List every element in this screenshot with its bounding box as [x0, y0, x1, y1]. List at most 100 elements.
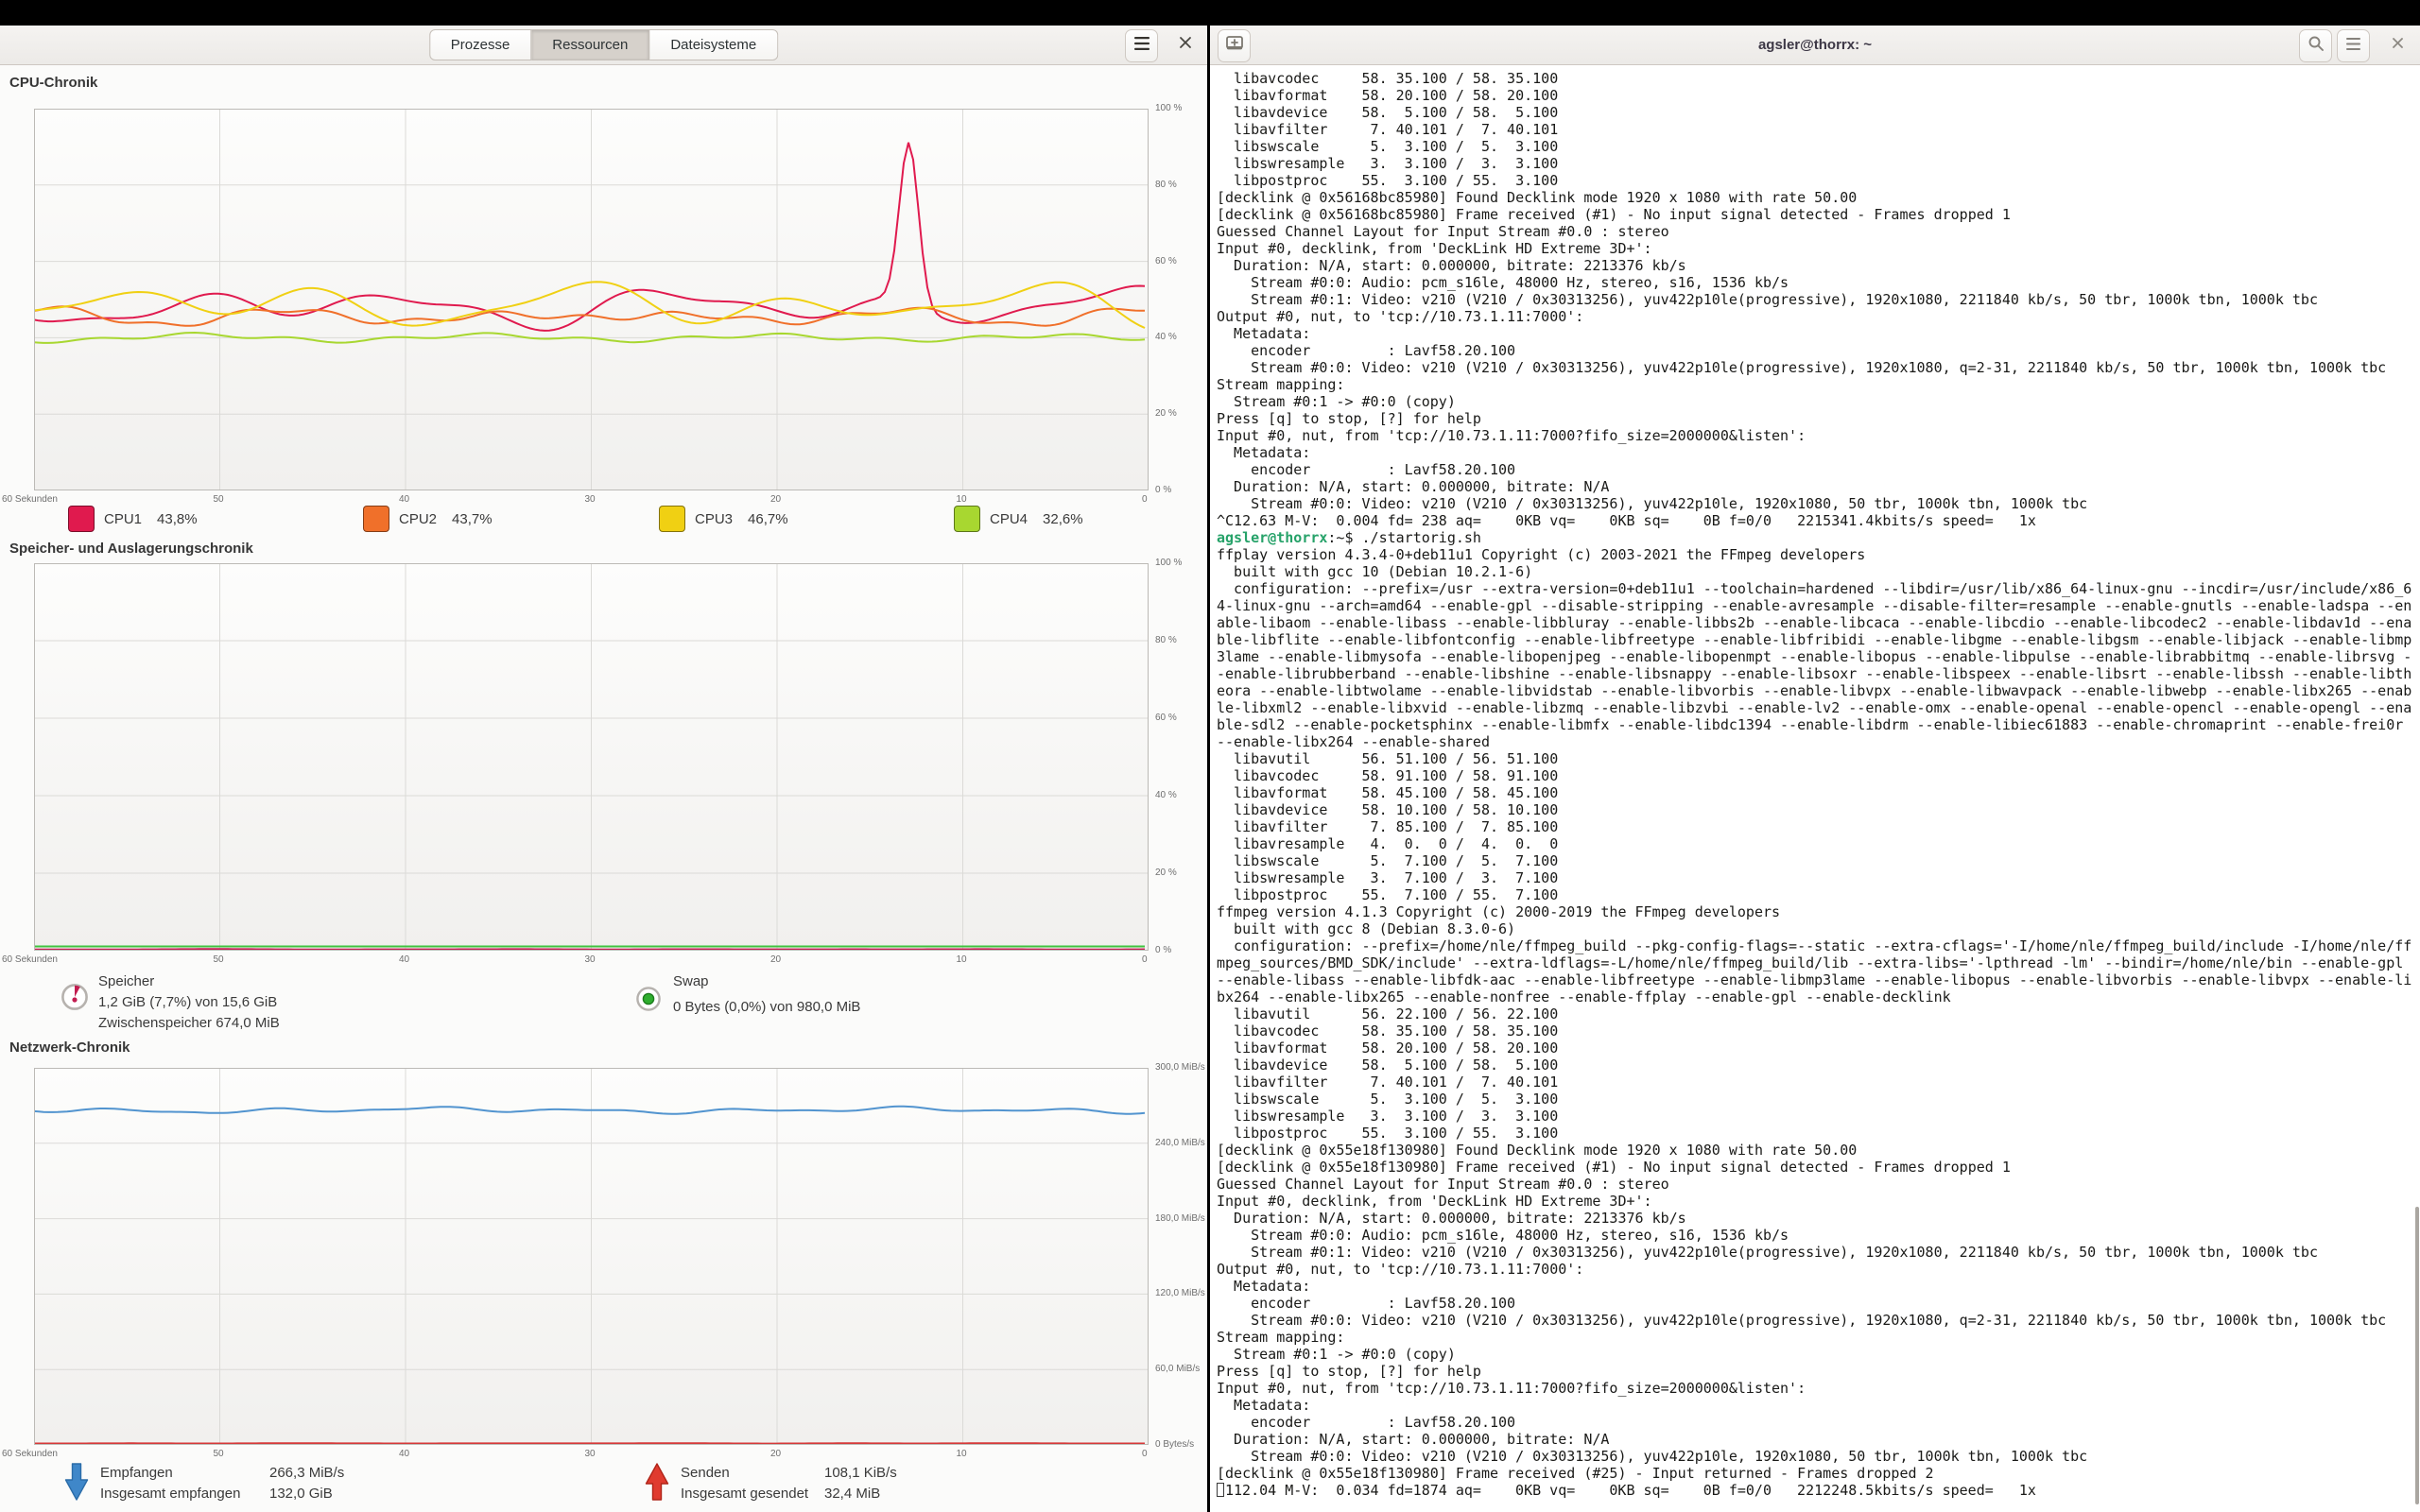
cpu-color-swatch [659, 506, 685, 532]
terminal-line: Stream #0:1: Video: v210 (V210 / 0x30313… [1217, 291, 2417, 308]
memory-x-axis-label: 0 [1142, 954, 1148, 965]
terminal-output-area[interactable]: libavcodec 58. 35.100 / 58. 35.100 libav… [1217, 70, 2417, 1512]
terminal-window: agsler@thorrx: ~ li [1210, 26, 2420, 1512]
terminal-cursor [1217, 1483, 1224, 1497]
terminal-line: Metadata: [1217, 444, 2417, 461]
menu-button[interactable] [1125, 29, 1158, 62]
memory-cache-value: Zwischenspeicher 674,0 MiB [98, 1015, 280, 1031]
terminal-line: encoder : Lavf58.20.100 [1217, 1295, 2417, 1312]
network-recv-total-label: Insgesamt empfangen [100, 1486, 240, 1502]
system-monitor-titlebar[interactable]: Prozesse Ressourcen Dateisysteme [0, 26, 1207, 65]
terminal-line: libavfilter 7. 40.101 / 7. 40.101 [1217, 1074, 2417, 1091]
tab-ressourcen[interactable]: Ressourcen [531, 29, 649, 60]
terminal-title: agsler@thorrx: ~ [1210, 26, 2420, 64]
memory-x-axis-label: 30 [585, 954, 596, 965]
memory-y-axis-label: 40 % [1155, 790, 1177, 800]
terminal-line: Duration: N/A, start: 0.000000, bitrate:… [1217, 1431, 2417, 1448]
cpu-legend-item-cpu4: CPU432,6% [954, 506, 1083, 532]
memory-history-chart [34, 563, 1149, 955]
network-y-axis-label: 300,0 MiB/s [1155, 1062, 1205, 1073]
terminal-line: ffmpeg version 4.1.3 Copyright (c) 2000-… [1217, 903, 2417, 920]
memory-x-axis-label: 50 [214, 954, 224, 965]
cpu-legend-item-cpu1: CPU143,8% [68, 506, 198, 532]
network-x-axis-label: 40 [399, 1449, 409, 1459]
memory-y-axis-label: 60 % [1155, 713, 1177, 723]
terminal-line: Output #0, nut, to 'tcp://10.73.1.11:700… [1217, 308, 2417, 325]
network-send-total-label: Insgesamt gesendet [681, 1486, 808, 1502]
shell-prompt: agsler@thorrx [1217, 529, 1327, 546]
terminal-line: libpostproc 55. 7.100 / 55. 7.100 [1217, 886, 2417, 903]
terminal-line: libswresample 3. 7.100 / 3. 7.100 [1217, 869, 2417, 886]
cpu-legend-name: CPU3 [695, 511, 733, 527]
network-y-axis-label: 60,0 MiB/s [1155, 1364, 1200, 1374]
terminal-line: Output #0, nut, to 'tcp://10.73.1.11:700… [1217, 1261, 2417, 1278]
cpu-chart-canvas [34, 109, 1149, 490]
tab-prozesse[interactable]: Prozesse [429, 29, 532, 60]
network-section-title: Netzwerk-Chronik [9, 1040, 130, 1056]
cpu-legend-value: 43,7% [452, 511, 493, 527]
terminal-line: ble-sdl2 --enable-pocketsphinx --enable-… [1217, 716, 2417, 733]
network-chart-canvas [34, 1068, 1149, 1445]
terminal-line: Guessed Channel Layout for Input Stream … [1217, 223, 2417, 240]
network-x-axis-label: 30 [585, 1449, 596, 1459]
terminal-line: libswresample 3. 3.100 / 3. 3.100 [1217, 155, 2417, 172]
terminal-line: Input #0, decklink, from 'DeckLink HD Ex… [1217, 240, 2417, 257]
view-switcher: Prozesse Ressourcen Dateisysteme [429, 29, 778, 60]
cpu-x-axis-label: 40 [399, 494, 409, 505]
terminal-line: Stream mapping: [1217, 376, 2417, 393]
network-recv-rate: 266,3 MiB/s [269, 1465, 344, 1481]
terminal-line: 3lame --enable-libmysofa --enable-libope… [1217, 648, 2417, 665]
cpu-legend-item-cpu3: CPU346,7% [659, 506, 788, 532]
terminal-menu-button[interactable] [2337, 29, 2370, 62]
terminal-line: libavresample 4. 0. 0 / 4. 0. 0 [1217, 835, 2417, 852]
network-recv-total: 132,0 GiB [269, 1486, 333, 1502]
terminal-line: libswresample 3. 3.100 / 3. 3.100 [1217, 1108, 2417, 1125]
upload-arrow-icon [645, 1462, 669, 1506]
terminal-line: -enable-librubberband --enable-libshine … [1217, 665, 2417, 682]
terminal-line: libavdevice 58. 5.100 / 58. 5.100 [1217, 1057, 2417, 1074]
terminal-line: [decklink @ 0x55e18f130980] Frame receiv… [1217, 1465, 2417, 1482]
terminal-line: Input #0, decklink, from 'DeckLink HD Ex… [1217, 1193, 2417, 1210]
network-x-axis-label: 0 [1142, 1449, 1148, 1459]
terminal-line: encoder : Lavf58.20.100 [1217, 461, 2417, 478]
network-y-axis-label: 180,0 MiB/s [1155, 1213, 1205, 1224]
download-arrow-icon [64, 1462, 89, 1506]
network-x-axis-label: 20 [770, 1449, 781, 1459]
cpu-legend-item-cpu2: CPU2 43,7% [363, 506, 493, 532]
terminal-line: libavdevice 58. 10.100 / 58. 10.100 [1217, 801, 2417, 818]
terminal-line: Duration: N/A, start: 0.000000, bitrate:… [1217, 257, 2417, 274]
terminal-line: libavformat 58. 45.100 / 58. 45.100 [1217, 784, 2417, 801]
cpu-x-axis-label: 10 [957, 494, 967, 505]
system-monitor-window: Prozesse Ressourcen Dateisysteme CPU-Chr… [0, 26, 1207, 1512]
cpu-x-axis-label: 0 [1142, 494, 1148, 505]
terminal-line: libavformat 58. 20.100 / 58. 20.100 [1217, 87, 2417, 104]
new-tab-button[interactable] [1218, 29, 1251, 62]
memory-legend-label: Speicher [98, 973, 154, 989]
terminal-line: Stream #0:1 -> #0:0 (copy) [1217, 1346, 2417, 1363]
cpu-y-axis-label: 80 % [1155, 180, 1177, 190]
cpu-legend-value: 32,6% [1043, 511, 1083, 527]
tab-dateisysteme[interactable]: Dateisysteme [649, 29, 778, 60]
terminal-line: ffplay version 4.3.4-0+deb11u1 Copyright… [1217, 546, 2417, 563]
swap-legend-label: Swap [673, 973, 709, 989]
terminal-line: bx264 --enable-libx265 --enable-nonfree … [1217, 988, 2417, 1005]
hamburger-icon [2346, 38, 2360, 55]
cpu-x-axis-label: 50 [214, 494, 224, 505]
close-window-button[interactable] [1169, 29, 1201, 60]
terminal-line: [decklink @ 0x56168bc85980] Found Deckli… [1217, 189, 2417, 206]
cpu-legend-name: CPU1 [104, 511, 142, 527]
terminal-line: eora --enable-libtwolame --enable-libvid… [1217, 682, 2417, 699]
terminal-titlebar[interactable]: agsler@thorrx: ~ [1210, 26, 2420, 65]
cpu-history-chart [34, 109, 1149, 495]
cpu-legend-name: CPU2 [399, 511, 437, 527]
terminal-line: [decklink @ 0x56168bc85980] Frame receiv… [1217, 206, 2417, 223]
terminal-line: libpostproc 55. 3.100 / 55. 3.100 [1217, 1125, 2417, 1142]
search-button[interactable] [2299, 29, 2332, 62]
terminal-close-button[interactable] [2382, 29, 2413, 60]
cpu-x-axis-label: 30 [585, 494, 596, 505]
terminal-line: configuration: --prefix=/usr --extra-ver… [1217, 580, 2417, 597]
terminal-scrollbar[interactable] [2415, 1207, 2419, 1504]
memory-y-axis-label: 20 % [1155, 868, 1177, 878]
terminal-line: Duration: N/A, start: 0.000000, bitrate:… [1217, 478, 2417, 495]
network-y-axis-label: 0 Bytes/s [1155, 1439, 1194, 1450]
